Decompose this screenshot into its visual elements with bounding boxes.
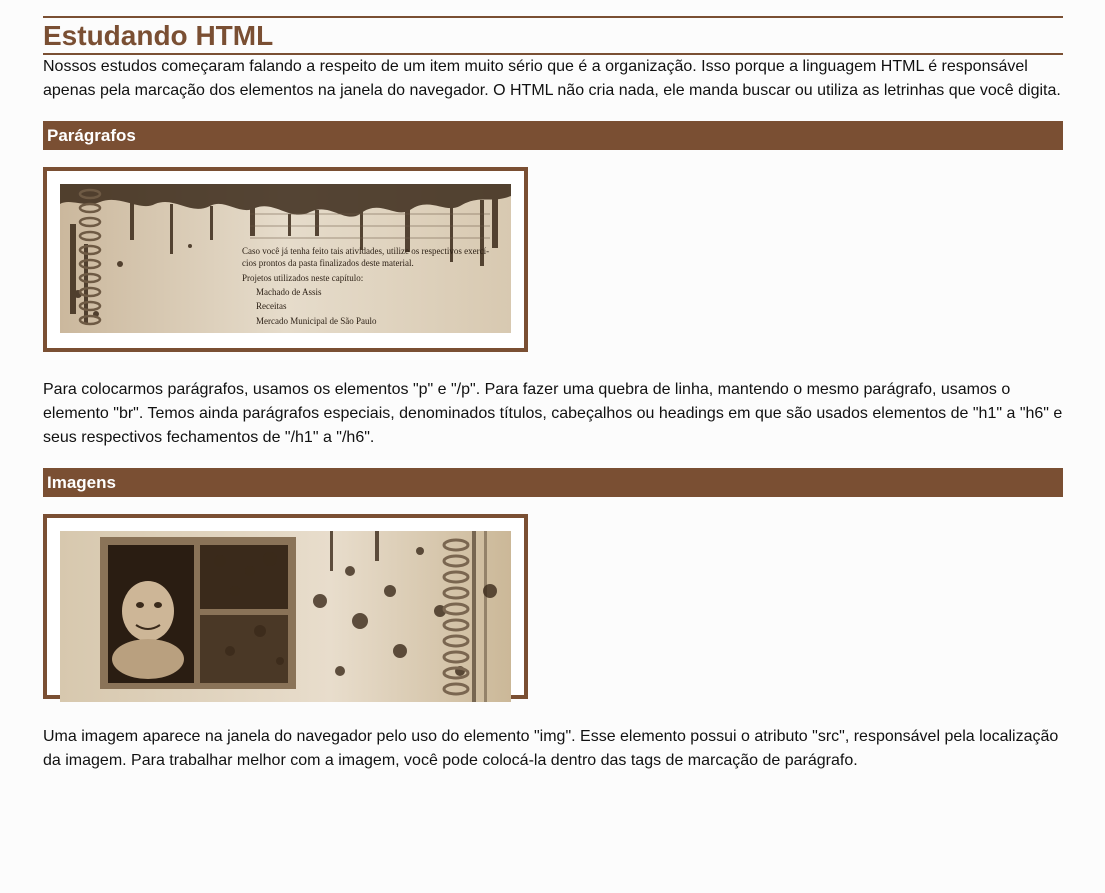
images-image — [43, 514, 528, 702]
notebook-page-illustration: Caso você já tenha feito tais atividades… — [60, 184, 511, 333]
images-text: Uma imagem aparece na janela do navegado… — [43, 728, 1059, 769]
page: Estudando HTML Nossos estudos começaram … — [43, 0, 1063, 773]
image-line-4: Machado de Assis — [256, 287, 322, 297]
intro-paragraph: Nossos estudos começaram falando a respe… — [43, 58, 1061, 99]
paragraphs-text: Para colocarmos parágrafos, usamos os el… — [43, 381, 1063, 446]
image-line-2: cios prontos da pasta finalizados deste … — [242, 258, 414, 268]
section-heading-imagens: Imagens — [43, 468, 1063, 497]
image-line-6: Mercado Municipal de São Paulo — [256, 316, 377, 326]
page-title: Estudando HTML — [43, 16, 1063, 55]
image-line-1: Caso você já tenha feito tais atividades… — [242, 246, 489, 256]
image-line-3: Projetos utilizados neste capítulo: — [242, 273, 363, 283]
image-line-5: Receitas — [256, 301, 287, 311]
paragraphs-image: Caso você já tenha feito tais atividades… — [43, 167, 528, 352]
section-heading-paragrafos: Parágrafos — [43, 121, 1063, 150]
photo-frame-illustration — [60, 531, 511, 702]
